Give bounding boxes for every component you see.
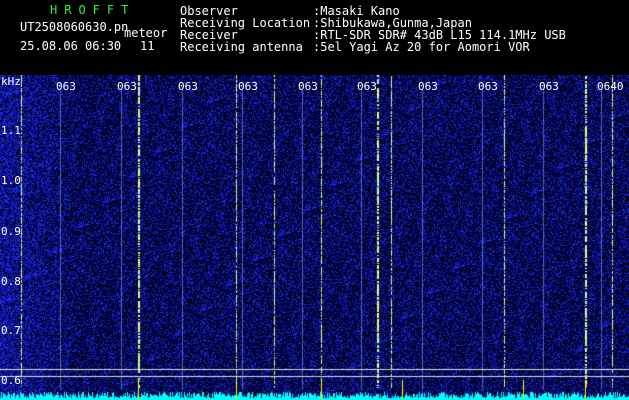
header-panel: HROFFT UT2508060630.pn meteor 25.08.06 0… [0,0,629,75]
antenna-value: :5el Yagi Az 20 for Aomori VOR [313,40,530,54]
event-count: 11 [140,39,155,53]
time-label-10: 0640 [597,80,624,93]
datetime: 25.08.06 06:30 [20,39,122,53]
station-name: HROFFT [50,3,136,17]
spectrogram-canvas [0,75,629,400]
y-axis-unit: kHz [1,75,21,88]
time-label-8: 063 [478,80,498,93]
y-tick-1-1: 1.1 [1,124,21,137]
time-label-9: 063 [539,80,559,93]
time-label-4: 063 [238,80,258,93]
time-label-1: 063 [56,80,76,93]
y-tick-0-7: 0.7 [1,324,21,337]
time-label-6: 063 [357,80,377,93]
time-label-7: 063 [418,80,438,93]
antenna-label: Receiving antenna [180,40,303,54]
y-tick-1-0: 1.0 [1,174,21,187]
filename: UT2508060630.pn [20,20,129,34]
time-label-2: 063 [117,80,137,93]
time-label-3: 063 [178,80,198,93]
mode-label: meteor [124,26,168,40]
y-tick-0-6: 0.6 [1,374,21,387]
y-tick-0-9: 0.9 [1,225,21,238]
y-tick-0-8: 0.8 [1,275,21,288]
time-label-5: 063 [298,80,318,93]
